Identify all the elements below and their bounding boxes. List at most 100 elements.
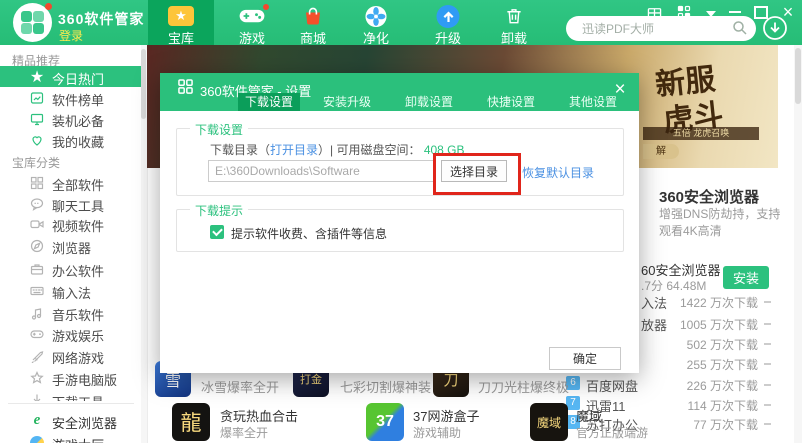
main-scrollbar-thumb[interactable]: [795, 48, 801, 104]
sidebar-item-favorites[interactable]: 我的收藏: [0, 129, 141, 150]
search-icon[interactable]: [732, 20, 748, 41]
dialog-logo-icon: [178, 79, 193, 99]
fan-icon: [365, 5, 388, 27]
trend-flat-icon: [764, 363, 771, 365]
download-dir-label: 下载目录（打开目录）| 可用磁盘空间： 408 GB: [210, 141, 465, 158]
keyboard-icon: [29, 283, 45, 298]
maximize-button[interactable]: [753, 4, 769, 20]
monitor-icon: [29, 111, 45, 126]
confirm-button[interactable]: 确定: [549, 347, 621, 370]
choose-directory-button[interactable]: 选择目录: [441, 160, 507, 182]
settings-dialog: 360软件管家 - 设置 × 下载设置 安装升级 卸载设置 快捷设置 其他设置 …: [160, 73, 639, 373]
sidebar-item-software-ranking[interactable]: 软件榜单: [0, 87, 141, 108]
ranking-row[interactable]: 6 百度网盘 226 万次下载: [560, 375, 760, 393]
sidebar-item-essential-apps[interactable]: 装机必备: [0, 108, 141, 129]
banner-tagline: 五倍 龙虎召唤: [643, 127, 759, 140]
dialog-tab-uninstall-settings[interactable]: 卸载设置: [402, 93, 456, 111]
heart-icon: [29, 132, 45, 147]
sidebar-item-online-games[interactable]: 网络游戏: [0, 345, 141, 366]
close-button[interactable]: ×: [780, 4, 796, 20]
game-icon[interactable]: 魔域: [530, 403, 568, 441]
tips-checkbox[interactable]: [210, 225, 224, 239]
search-input[interactable]: [580, 19, 729, 39]
trend-flat-icon: [764, 404, 771, 406]
dialog-tab-install-upgrade[interactable]: 安装升级: [320, 93, 374, 111]
dialog-tab-download-settings[interactable]: 下载设置: [238, 93, 300, 111]
sidebar-item-browsers[interactable]: 浏览器: [0, 235, 141, 256]
game-icon[interactable]: 龍: [172, 403, 210, 441]
banner-ribbon-button[interactable]: 解: [643, 144, 679, 159]
sidebar-item-game-hall[interactable]: 游戏大厅: [0, 432, 141, 443]
game-subtitle: 游戏辅助: [413, 424, 461, 441]
sidebar-item-office-software[interactable]: 办公软件: [0, 258, 141, 279]
sidebar-item-download-tools[interactable]: 下载工具: [0, 389, 141, 401]
gamepad-icon: [29, 326, 45, 341]
dialog-header: 360软件管家 - 设置 × 下载设置 安装升级 卸载设置 快捷设置 其他设置: [160, 73, 639, 111]
sidebar-item-mobile-games-pc[interactable]: 手游电脑版: [0, 367, 141, 388]
sword-icon: [29, 348, 45, 363]
sidebar-item-video-software[interactable]: 视频软件: [0, 213, 141, 234]
apps-grid-icon[interactable]: [676, 4, 692, 20]
sidebar-item-all-software[interactable]: 全部软件: [0, 172, 141, 193]
game-subtitle: 官方正版端游: [576, 424, 648, 441]
divider: [8, 403, 134, 404]
group-legend: 下载设置: [190, 121, 248, 138]
promo-description: 增强DNS防劫持，支持 观看4K高清: [659, 206, 780, 240]
sidebar-item-hot-today[interactable]: ★ 今日热门: [0, 66, 141, 87]
gamepad-icon: [238, 5, 266, 27]
trend-flat-icon: [764, 301, 771, 303]
game-icon[interactable]: 37: [366, 403, 404, 441]
game-label[interactable]: 冰雪爆率全开: [201, 377, 279, 396]
sidebar-item-input-methods[interactable]: 输入法: [0, 280, 141, 301]
nav-tab-purify[interactable]: 净化: [349, 0, 403, 45]
nav-tab-upgrade[interactable]: 升级: [421, 0, 475, 45]
chevron-down-icon[interactable]: [703, 6, 719, 22]
game-subtitle: 爆率全开: [220, 424, 268, 441]
download-path-input[interactable]: [208, 160, 434, 182]
app-logo-grid-icon: [21, 11, 44, 34]
app-window: 360软件管家 登录 ★ 宝库 游戏 商城 净化: [0, 0, 802, 443]
browser-e-icon: e: [29, 413, 45, 428]
nav-tab-treasury[interactable]: ★ 宝库: [148, 0, 214, 45]
dialog-tab-shortcut-settings[interactable]: 快捷设置: [484, 93, 538, 111]
chat-bubble-icon: [29, 196, 45, 211]
sidebar-scrollbar-thumb[interactable]: [141, 49, 146, 119]
nav-tab-games[interactable]: 游戏: [224, 0, 280, 45]
promo-title[interactable]: 360安全浏览器: [659, 186, 759, 207]
game-label[interactable]: 七彩切割爆神装: [340, 377, 431, 396]
minimize-button[interactable]: [727, 4, 743, 20]
app-title: 360软件管家: [58, 9, 144, 29]
game-title[interactable]: 贪玩热血合击: [220, 406, 298, 425]
trend-flat-icon: [764, 343, 771, 345]
star-icon: ★: [29, 69, 45, 84]
star-icon: ★: [168, 5, 194, 27]
sidebar-item-music-software[interactable]: 音乐软件: [0, 302, 141, 323]
ranking-list-icon: [29, 90, 45, 105]
open-directory-link[interactable]: 打开目录: [270, 143, 318, 157]
dialog-tab-other-settings[interactable]: 其他设置: [566, 93, 620, 111]
sidebar-item-chat-tools[interactable]: 聊天工具: [0, 193, 141, 214]
grid-icon: [29, 175, 45, 190]
nav-tab-uninstall[interactable]: 卸载: [487, 0, 541, 45]
check-icon: [212, 226, 223, 237]
nav-tab-mall[interactable]: 商城: [286, 0, 340, 45]
install-button[interactable]: 安装: [723, 266, 769, 289]
tips-checkbox-label: 提示软件收费、含插件等信息: [231, 225, 387, 242]
shopping-bag-icon: [303, 5, 323, 27]
trend-flat-icon: [764, 323, 771, 325]
login-link[interactable]: 登录: [59, 27, 83, 44]
game-label[interactable]: 刀刀光柱爆终极: [478, 377, 569, 396]
group-legend: 下载提示: [190, 202, 248, 219]
sidebar-item-secure-browser[interactable]: e 安全浏览器: [0, 410, 141, 431]
video-camera-icon: [29, 216, 45, 231]
download-icon: [29, 392, 45, 401]
trend-flat-icon: [764, 423, 771, 425]
restore-default-link[interactable]: 恢复默认目录: [522, 164, 594, 181]
game-title[interactable]: 37网游盒子: [413, 406, 479, 425]
sidebar: 精品推荐 ★ 今日热门 软件榜单 装机必备 我的收藏 宝库分类 全部软件 聊天工…: [0, 45, 148, 443]
game-title[interactable]: 魔域: [576, 406, 602, 425]
top-navbar: 360软件管家 登录 ★ 宝库 游戏 商城 净化: [0, 0, 802, 45]
sidebar-item-game-entertainment[interactable]: 游戏娱乐: [0, 323, 141, 344]
gift-icon[interactable]: [646, 4, 662, 20]
star-outline-icon: [29, 370, 45, 385]
